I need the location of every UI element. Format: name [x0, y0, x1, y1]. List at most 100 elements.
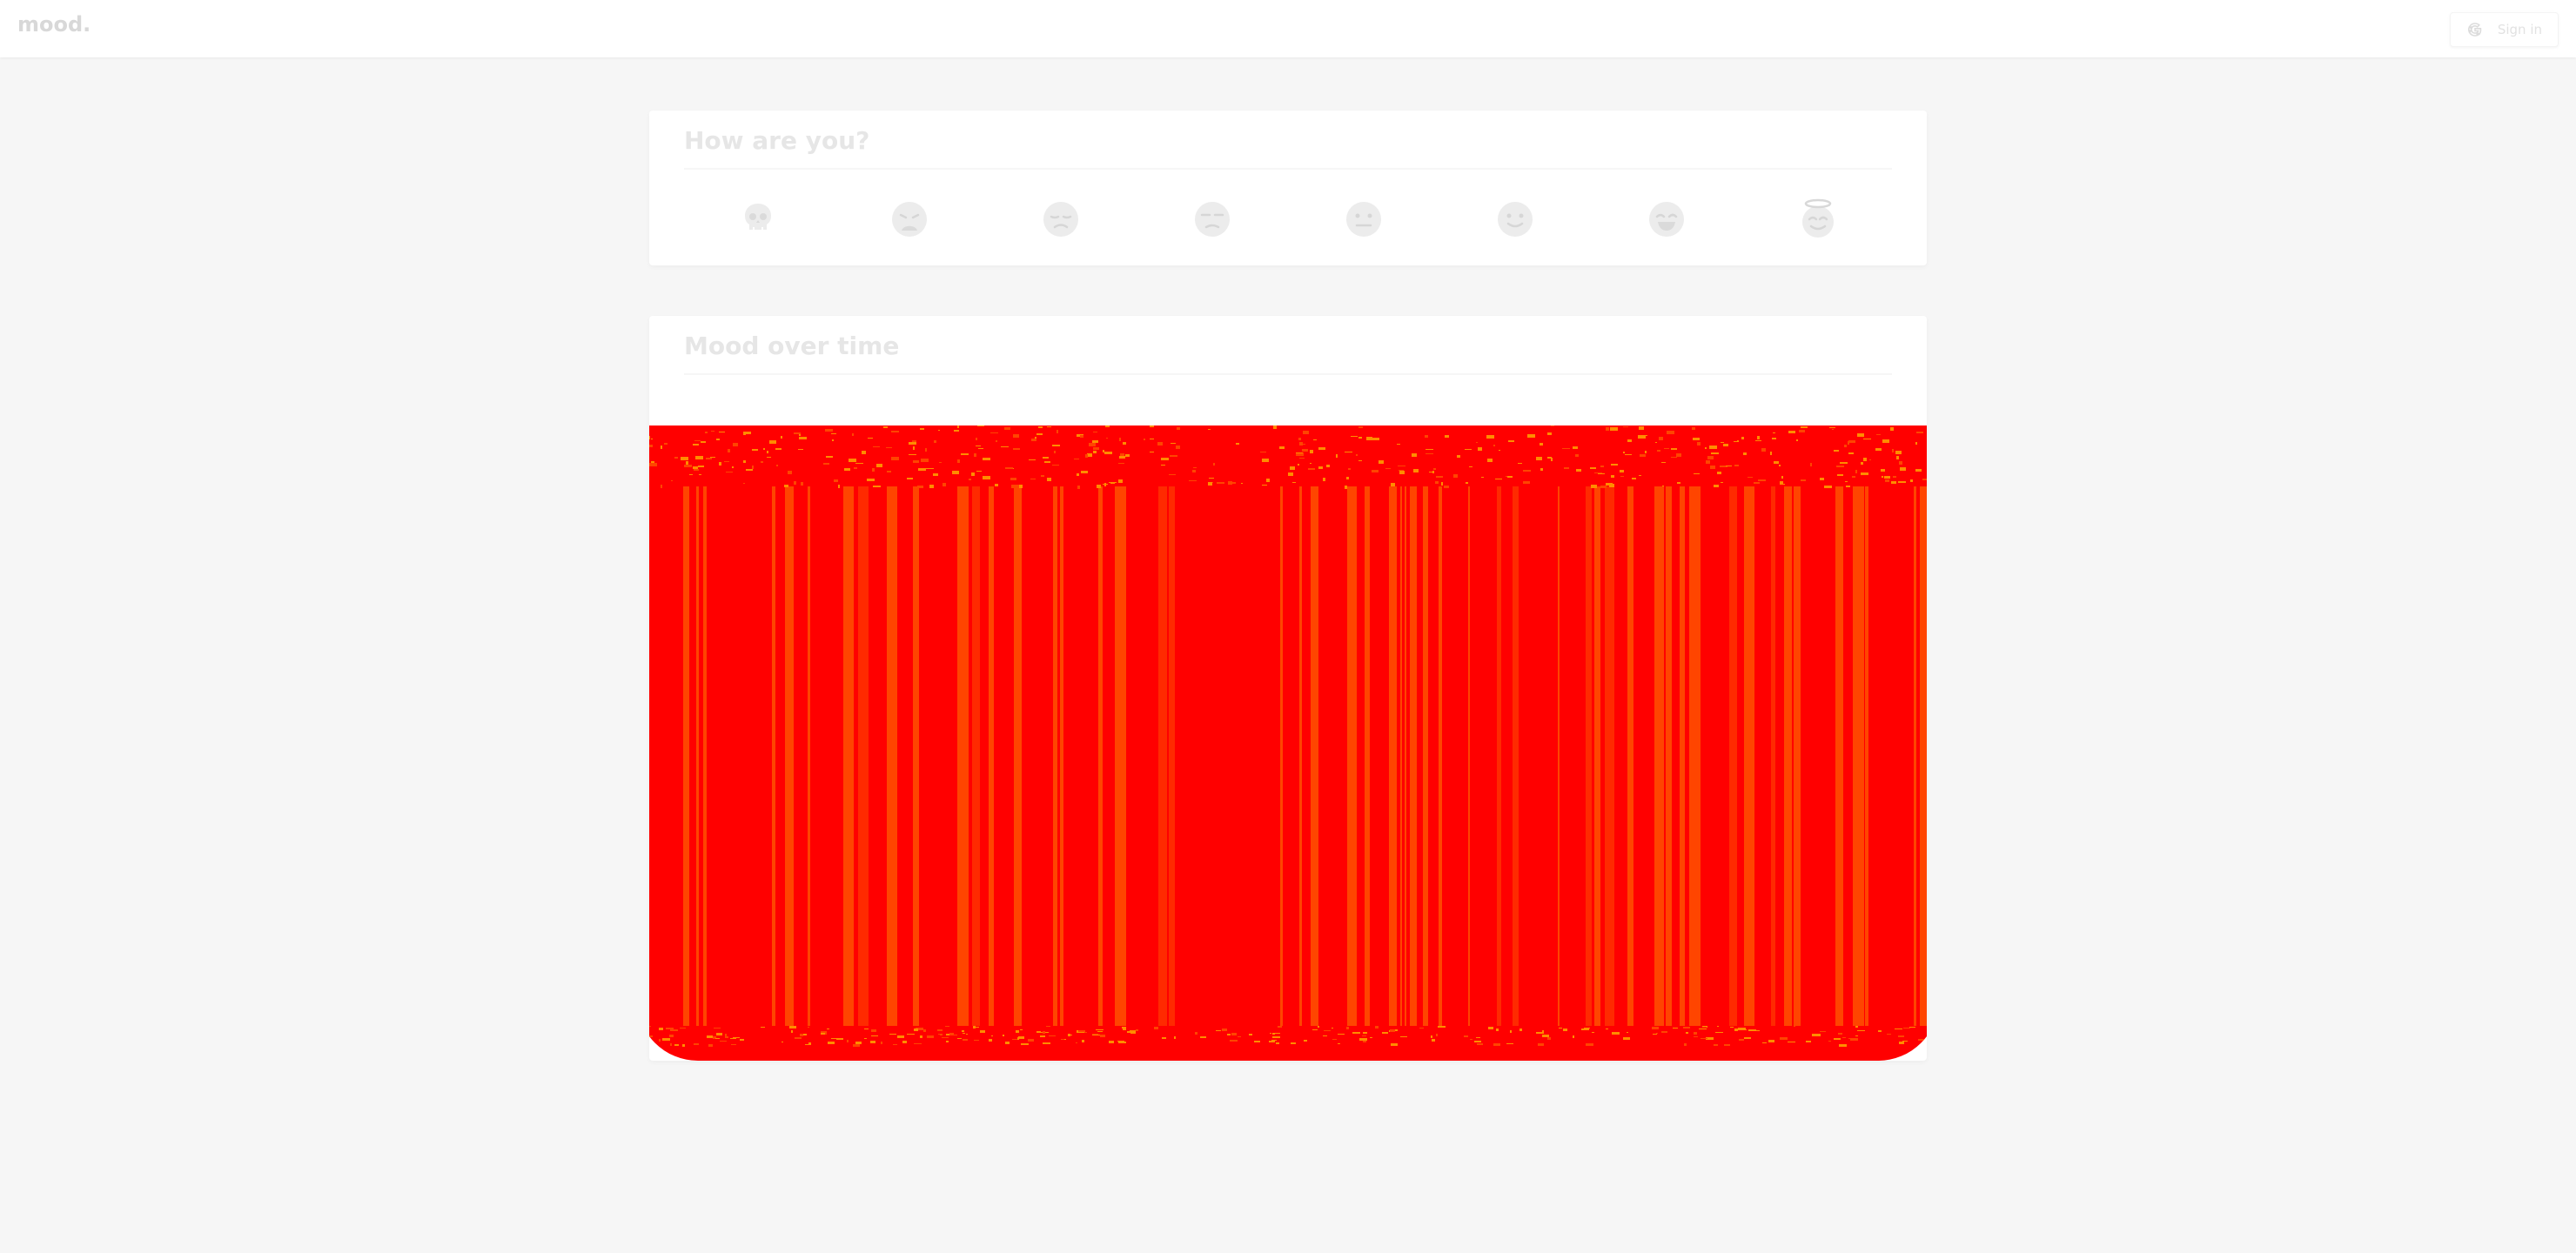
chart-noise	[1043, 1031, 1045, 1034]
chart-card-title: Mood over time	[684, 332, 900, 360]
chart-noise	[1372, 470, 1379, 472]
chart-noise	[1031, 439, 1036, 441]
chart-stripe	[1729, 486, 1737, 1026]
chart-noise	[1382, 1032, 1388, 1034]
chart-noise	[1855, 1026, 1858, 1028]
chart-noise	[831, 433, 836, 434]
chart-noise	[825, 429, 833, 432]
chart-noise	[1103, 450, 1104, 452]
chart-noise	[1119, 438, 1121, 441]
chart-noise	[1915, 469, 1922, 472]
app-logo[interactable]: mood.	[17, 12, 91, 37]
chart-noise	[1047, 426, 1051, 427]
chart-noise	[1018, 1036, 1024, 1039]
chart-noise	[1298, 464, 1299, 466]
chart-noise	[1652, 1027, 1659, 1029]
chart-noise	[1903, 1028, 1910, 1029]
slightly-smiling-face-icon[interactable]	[1489, 193, 1541, 245]
chart-stripe	[1558, 486, 1560, 1026]
mood-card-title: How are you?	[684, 126, 870, 155]
chart-noise	[1711, 452, 1719, 454]
chart-noise	[886, 447, 892, 448]
chart-noise	[666, 1028, 674, 1029]
chart-noise	[838, 485, 840, 488]
chart-noise	[1878, 1030, 1882, 1032]
chart-noise	[1310, 463, 1311, 464]
neutral-face-icon[interactable]	[1338, 193, 1390, 245]
chart-noise	[1038, 426, 1043, 428]
chart-noise	[1762, 1042, 1767, 1043]
chart-noise	[847, 1040, 849, 1042]
chart-noise	[1176, 446, 1180, 449]
chart-noise	[698, 466, 704, 467]
chart-noise	[1085, 454, 1088, 458]
chart-noise	[1899, 1042, 1904, 1044]
chart-stripe	[1627, 486, 1633, 1026]
chart-noise	[938, 430, 940, 431]
chart-noise	[1054, 451, 1056, 453]
smiling-face-with-halo-icon[interactable]	[1792, 193, 1844, 245]
chart-noise	[1773, 432, 1775, 433]
chart-noise	[1710, 466, 1715, 469]
chart-noise	[1346, 1027, 1349, 1029]
chart-noise	[980, 1030, 985, 1033]
chart-noise	[952, 471, 959, 474]
chart-noise	[1269, 1041, 1275, 1042]
chart-noise	[1737, 440, 1739, 442]
chart-noise	[1110, 482, 1115, 484]
chart-noise	[1612, 1032, 1620, 1035]
chart-noise	[1892, 449, 1894, 452]
chart-noise	[1506, 1043, 1513, 1044]
chart-noise	[978, 448, 983, 449]
chart-noise	[761, 461, 763, 463]
sad-face-icon[interactable]	[1035, 193, 1087, 245]
chart-noise	[1399, 470, 1404, 471]
chart-noise	[1036, 1031, 1041, 1033]
chart-noise	[1915, 442, 1917, 445]
unamused-face-icon[interactable]	[1186, 193, 1238, 245]
chart-noise	[1620, 470, 1624, 472]
chart-noise	[1694, 1032, 1697, 1035]
chart-noise	[1519, 1029, 1522, 1031]
chart-noise	[1584, 1028, 1590, 1029]
chart-noise	[1820, 478, 1824, 480]
chart-noise	[1507, 476, 1513, 478]
chart-noise	[1714, 485, 1719, 487]
chart-noise	[991, 1035, 993, 1036]
chart-noise	[649, 1035, 653, 1037]
chart-noise	[1812, 1034, 1817, 1036]
chart-noise	[1161, 465, 1165, 466]
chart-noise	[1876, 434, 1881, 435]
chart-noise	[823, 463, 829, 465]
chart-noise	[1010, 478, 1016, 480]
chart-noise	[1639, 426, 1644, 430]
weary-face-icon[interactable]	[883, 193, 936, 245]
chart-noise	[1049, 1035, 1056, 1036]
chart-noise	[1359, 1038, 1367, 1041]
chart-stripe	[957, 486, 969, 1026]
chart-noise	[1254, 1041, 1260, 1042]
chart-noise	[1262, 459, 1269, 462]
chart-noise	[794, 432, 801, 434]
sign-in-button[interactable]: Sign in	[2449, 12, 2559, 47]
skull-icon[interactable]	[732, 193, 784, 245]
grinning-face-icon[interactable]	[1640, 193, 1693, 245]
chart-noise	[1861, 472, 1868, 475]
chart-noise	[1296, 452, 1303, 453]
chart-noise	[1659, 437, 1663, 440]
chart-stripe	[1594, 486, 1600, 1026]
chart-noise	[1721, 482, 1723, 483]
chart-noise	[1882, 476, 1883, 478]
chart-noise	[1301, 444, 1305, 445]
chart-noise	[1154, 1027, 1158, 1029]
chart-noise	[1313, 439, 1317, 440]
chart-noise	[1910, 479, 1913, 482]
chart-noise	[791, 1030, 793, 1033]
chart-noise	[1399, 471, 1405, 474]
chart-noise	[873, 446, 880, 447]
chart-noise	[974, 453, 976, 457]
chart-noise	[1391, 1043, 1398, 1046]
chart-noise	[1117, 1041, 1124, 1042]
chart-noise	[1686, 1032, 1688, 1034]
chart-noise	[1632, 478, 1636, 479]
